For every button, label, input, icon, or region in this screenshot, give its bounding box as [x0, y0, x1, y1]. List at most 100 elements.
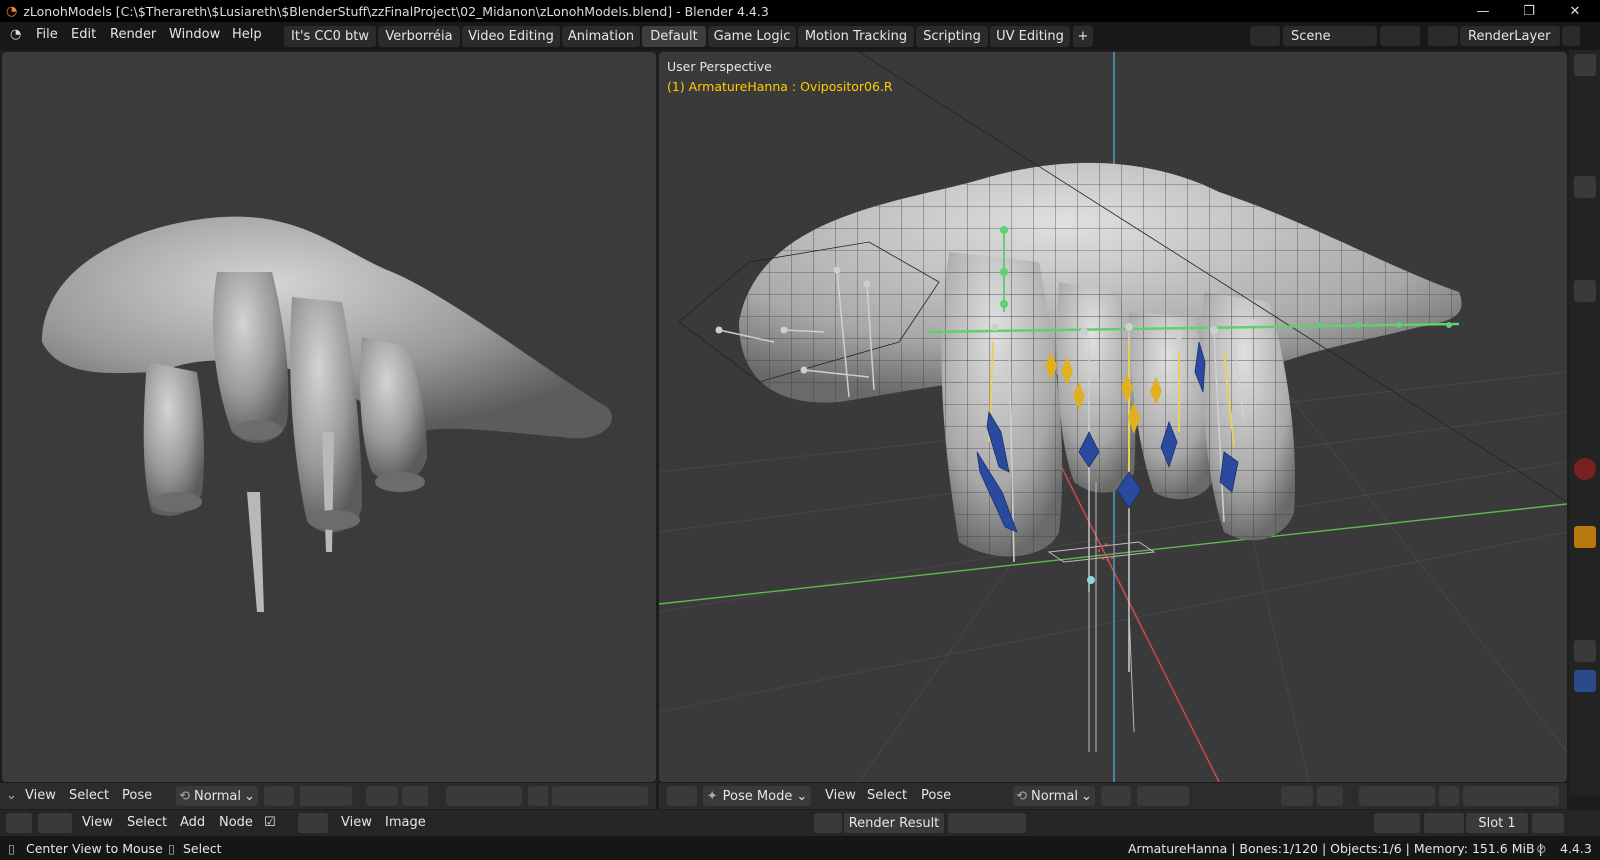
menu-render[interactable]: Render [110, 27, 156, 42]
image-browse-icon[interactable] [814, 813, 842, 833]
left-menu-view[interactable]: View [25, 788, 56, 803]
add-workspace-button[interactable]: + [1073, 26, 1093, 47]
node-editor-type-dropdown[interactable] [6, 813, 32, 833]
viewport-left[interactable] [2, 52, 656, 782]
tab-motion-tracking[interactable]: Motion Tracking [798, 26, 914, 47]
tab-animation[interactable]: Animation [562, 26, 640, 47]
left-orientation-dropdown[interactable]: ⟲ Normal ⌄ [176, 786, 258, 806]
node-menu-add[interactable]: Add [180, 815, 205, 830]
tab-video-editing[interactable]: Video Editing [462, 26, 560, 47]
right-overlay-dropdown[interactable] [1359, 786, 1435, 806]
menu-help[interactable]: Help [232, 27, 262, 42]
node-menu-node[interactable]: Node [219, 815, 253, 830]
tab-game-logic[interactable]: Game Logic [708, 26, 796, 47]
view-layer-icon[interactable] [1428, 26, 1458, 46]
menu-window[interactable]: Window [169, 27, 220, 42]
properties-tab-bar [1569, 50, 1600, 796]
image-overlay-dropdown[interactable] [1424, 813, 1464, 833]
gpu-icon: ⊘ [1536, 841, 1547, 856]
active-camera-icon[interactable] [1574, 176, 1596, 198]
blender-menu-icon[interactable]: ◔ [10, 27, 21, 42]
modifier-properties-icon[interactable] [1574, 556, 1596, 578]
right-editor-type-dropdown[interactable] [667, 786, 697, 806]
right-orientation-dropdown[interactable]: ⟲ Normal ⌄ [1013, 786, 1095, 806]
close-button[interactable]: ✕ [1552, 0, 1598, 22]
tab-its-cc0-btw[interactable]: It's CC0 btw [284, 26, 376, 47]
blender-app-icon: ◔ [6, 3, 18, 19]
image-menu-image[interactable]: Image [385, 815, 426, 830]
right-pivot-dropdown[interactable] [1101, 786, 1131, 806]
viewport-left-header: ⌄ View Select Pose ⟲ Normal ⌄ [0, 783, 656, 809]
right-gizmo-toggle[interactable] [1317, 786, 1343, 806]
object-properties-icon[interactable] [1574, 526, 1596, 548]
tab-verborreia[interactable]: Verborréia [378, 26, 460, 47]
scene-name-field[interactable]: Scene [1283, 26, 1377, 46]
object-constraint-icon[interactable] [1574, 612, 1596, 634]
mouse-left-icon: ▯ [8, 841, 15, 856]
image-editor-type-dropdown[interactable] [298, 813, 328, 833]
viewport-right[interactable]: User Perspective (1) ArmatureHanna : Ovi… [659, 52, 1567, 782]
left-visibility-dropdown[interactable] [366, 786, 398, 806]
image-datablock-buttons[interactable] [948, 813, 1026, 833]
world-properties-icon[interactable] [1574, 458, 1596, 480]
left-snap-toggle[interactable] [300, 786, 352, 806]
image-gizmo-dropdown[interactable] [1374, 813, 1420, 833]
render-properties-icon[interactable] [1574, 344, 1596, 366]
right-xray-toggle[interactable] [1439, 786, 1459, 806]
render-camera-icon[interactable] [1574, 80, 1596, 102]
right-menu-pose[interactable]: Pose [921, 788, 951, 803]
outliner-filter-icon[interactable] [1574, 54, 1596, 76]
menu-file[interactable]: File [36, 27, 58, 42]
scene-selector-icon[interactable] [1250, 26, 1280, 46]
tab-uv-editing[interactable]: UV Editing [990, 26, 1070, 47]
tab-default[interactable]: Default [642, 26, 706, 47]
right-menu-view[interactable]: View [825, 788, 856, 803]
image-name-field[interactable]: Render Result [844, 813, 944, 833]
maximize-button[interactable]: ❐ [1506, 0, 1552, 22]
mode-label: Pose Mode [722, 788, 793, 804]
left-menu-pose[interactable]: Pose [122, 788, 152, 803]
view-layer-field[interactable]: RenderLayer [1460, 26, 1560, 46]
left-pivot-dropdown[interactable] [264, 786, 294, 806]
physics-properties-icon[interactable] [1574, 584, 1596, 606]
view-layer-properties-icon[interactable] [1574, 400, 1596, 422]
left-menu-select[interactable]: Select [69, 788, 109, 803]
node-menu-select[interactable]: Select [127, 815, 167, 830]
right-shading-modes[interactable] [1463, 786, 1559, 806]
display-channels-dropdown[interactable] [1532, 813, 1564, 833]
use-nodes-checkbox[interactable]: ☑ [264, 815, 276, 830]
bone-constraint-icon[interactable] [1574, 670, 1596, 692]
scene-new-icon[interactable] [1380, 26, 1420, 46]
properties-editor-icon[interactable] [1574, 280, 1596, 302]
viewport-perspective-label: User Perspective [667, 59, 772, 74]
node-menu-view[interactable]: View [82, 815, 113, 830]
node-tree-type-dropdown[interactable] [38, 813, 72, 833]
title-bar: ◔ zLonohModels [C:\$Therareth\$Lusiareth… [0, 0, 1600, 22]
pose-mode-scene-render [659, 52, 1567, 782]
tool-properties-icon[interactable] [1574, 312, 1596, 334]
sculpt-model-render [42, 216, 612, 612]
left-gizmo-toggle[interactable] [402, 786, 428, 806]
left-orientation-label: Normal [193, 788, 242, 804]
viewport-right-header: ✦ Pose Mode ⌄ View Select Pose ⟲ Normal … [659, 783, 1567, 809]
view-layer-new-icon[interactable] [1562, 26, 1580, 46]
bone-properties-icon[interactable] [1574, 640, 1596, 662]
menu-edit[interactable]: Edit [71, 27, 96, 42]
tab-scripting[interactable]: Scripting [916, 26, 988, 47]
right-visibility-dropdown[interactable] [1281, 786, 1313, 806]
render-slot-dropdown[interactable]: Slot 1 [1466, 813, 1528, 833]
image-menu-view[interactable]: View [341, 815, 372, 830]
editor-type-icon[interactable]: ⌄ [6, 788, 17, 803]
collection-properties-icon[interactable] [1574, 490, 1596, 512]
minimize-button[interactable]: — [1460, 0, 1506, 22]
left-shading-modes[interactable] [552, 786, 648, 806]
status-hint-select: Select [183, 841, 222, 856]
left-xray-toggle[interactable] [528, 786, 548, 806]
right-menu-select[interactable]: Select [867, 788, 907, 803]
output-properties-icon[interactable] [1574, 372, 1596, 394]
left-overlay-dropdown[interactable] [446, 786, 522, 806]
right-snap-toggle[interactable] [1137, 786, 1189, 806]
scene-properties-icon[interactable] [1574, 430, 1596, 452]
y-axis-line [659, 503, 1567, 605]
mode-dropdown[interactable]: ✦ Pose Mode ⌄ [703, 786, 811, 806]
